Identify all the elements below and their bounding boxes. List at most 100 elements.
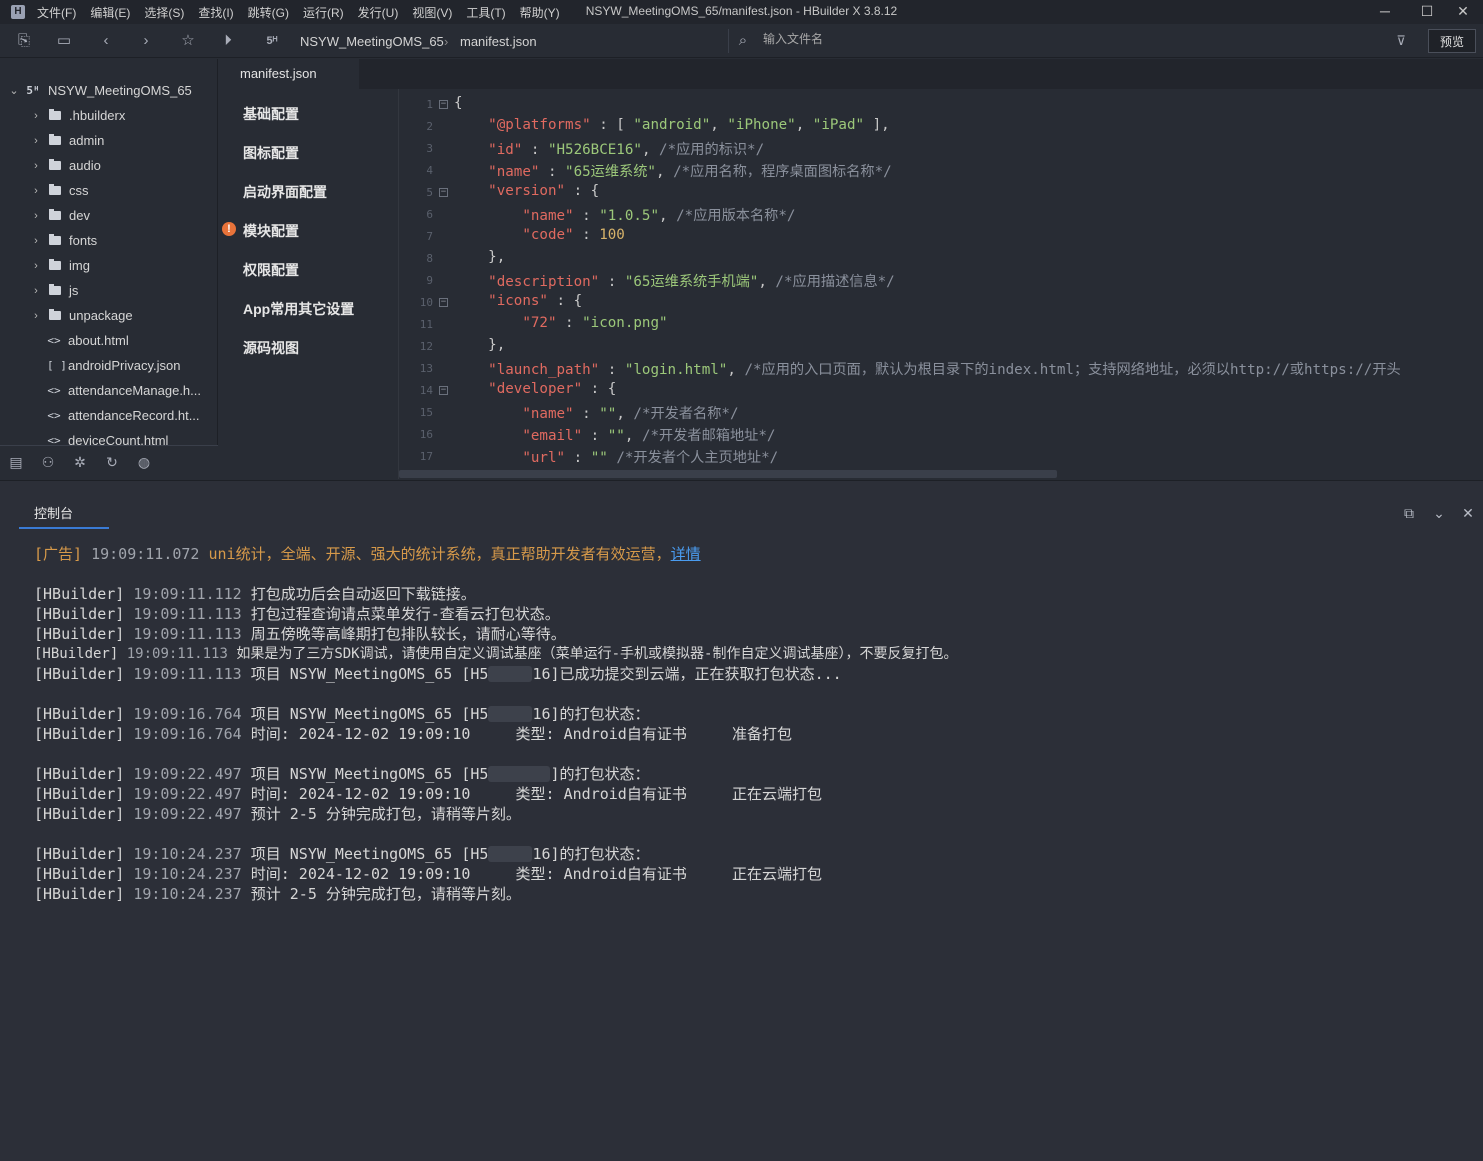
code-line-16: "email" : "", /*开发者邮箱地址*/	[522, 428, 776, 444]
breadcrumb-file[interactable]: manifest.json	[460, 34, 537, 49]
ad-details-link[interactable]: 详情	[671, 545, 701, 563]
tree-item-label: admin	[69, 133, 105, 148]
tree-item-label: css	[69, 183, 89, 198]
nav-module-config[interactable]: 模块配置	[243, 221, 299, 241]
nav-app-other-settings[interactable]: App常用其它设置	[243, 299, 354, 319]
fold-toggle-icon[interactable]: −	[439, 298, 448, 307]
nav-icon-config[interactable]: 图标配置	[243, 143, 299, 163]
favorite-star-icon[interactable]: ☆	[178, 31, 198, 51]
menu-tools[interactable]: 工具(T)	[466, 4, 505, 21]
line-number: 15	[419, 406, 433, 419]
close-console-icon[interactable]: ✕	[1458, 503, 1478, 523]
nav-basic-config[interactable]: 基础配置	[243, 104, 299, 124]
json-file-icon: [ ]	[47, 359, 67, 372]
code-line-17: "url" : "" /*开发者个人主页地址*/	[522, 450, 779, 466]
line-number: 11	[419, 318, 433, 331]
code-line-8: },	[488, 249, 506, 265]
chevron-down-icon: ⌄	[9, 85, 19, 97]
tree-item-unpackage[interactable]: › unpackage	[0, 303, 217, 328]
file-search-input[interactable]	[763, 32, 1363, 46]
chevron-right-icon: ›	[34, 134, 38, 147]
tree-item-label: fonts	[69, 233, 98, 248]
code-line-14: "developer" : {	[488, 381, 617, 397]
tree-item-css[interactable]: › css	[0, 178, 217, 203]
code-line-4: "name" : "65运维系统", /*应用名称，程序桌面图标名称*/	[488, 164, 892, 180]
preview-button[interactable]: 预览	[1428, 29, 1476, 53]
html-file-icon: <>	[47, 384, 61, 397]
line-number: 12	[419, 340, 433, 353]
open-external-icon[interactable]: ⧉	[1399, 503, 1419, 523]
code-line-5: "version" : {	[488, 183, 600, 199]
save-icon[interactable]: ▭	[54, 31, 74, 51]
tab-manifest-json[interactable]: manifest.json	[219, 59, 359, 89]
close-window-button[interactable]: ✕	[1443, 0, 1483, 24]
line-number: 1	[426, 98, 433, 111]
menu-publish[interactable]: 发行(U)	[358, 4, 399, 21]
filter-icon[interactable]: ⊽	[1391, 31, 1411, 51]
code-editor[interactable]: 1 2 3 4 5 6 7 8 9 10 11 12 13 14 15 16 1…	[398, 89, 1483, 479]
fold-toggle-icon[interactable]: −	[439, 100, 448, 109]
folder-icon	[49, 134, 61, 145]
tree-item-fonts[interactable]: › fonts	[0, 228, 217, 253]
tree-item-js[interactable]: › js	[0, 278, 217, 303]
menu-file[interactable]: 文件(F)	[37, 4, 76, 21]
breadcrumb-separator-icon: ›	[444, 34, 449, 49]
horizontal-scrollbar[interactable]	[399, 470, 1057, 478]
tree-item-attendancemanage[interactable]: <> attendanceManage.h...	[0, 378, 217, 403]
line-number: 16	[419, 428, 433, 441]
fold-toggle-icon[interactable]: −	[439, 386, 448, 395]
tree-item-dev[interactable]: › dev	[0, 203, 217, 228]
menu-select[interactable]: 选择(S)	[144, 4, 184, 21]
folder-icon	[49, 159, 61, 170]
log-line: [HBuilder] 19:09:11.112 打包成功后会自动返回下载链接。	[34, 585, 476, 603]
hbuilder-logo-icon: H	[11, 5, 25, 19]
cloud-icon[interactable]: ◍	[134, 452, 154, 472]
tree-item-img[interactable]: › img	[0, 253, 217, 278]
tree-item-hbuilderx[interactable]: › .hbuilderx	[0, 103, 217, 128]
chevron-down-icon[interactable]: ⌄	[1429, 503, 1449, 523]
menu-goto[interactable]: 跳转(G)	[248, 4, 289, 21]
breadcrumb-project[interactable]: NSYW_MeetingOMS_65	[300, 34, 444, 49]
new-file-icon[interactable]: ⎘	[14, 31, 34, 51]
nav-permission-config[interactable]: 权限配置	[243, 260, 299, 280]
line-number: 13	[419, 362, 433, 375]
project-manager-icon[interactable]: ▤	[6, 452, 26, 472]
debug-icon[interactable]: ✲	[70, 452, 90, 472]
tree-item-androidprivacy-json[interactable]: [ ] androidPrivacy.json	[0, 353, 217, 378]
forward-icon[interactable]: ›	[136, 31, 156, 51]
tab-console[interactable]: 控制台	[19, 503, 109, 529]
log-line: [HBuilder] 19:10:24.237 时间: 2024-12-02 1…	[34, 865, 822, 883]
menu-edit[interactable]: 编辑(E)	[90, 4, 130, 21]
plugin-icon[interactable]: ⚇	[38, 452, 58, 472]
tree-item-attendancerecord[interactable]: <> attendanceRecord.ht...	[0, 403, 217, 428]
menu-find[interactable]: 查找(I)	[198, 4, 233, 21]
tree-item-admin[interactable]: › admin	[0, 128, 217, 153]
menu-help[interactable]: 帮助(Y)	[520, 4, 560, 21]
source-control-icon[interactable]: ↻	[102, 452, 122, 472]
nav-splash-config[interactable]: 启动界面配置	[243, 182, 327, 202]
redacted-block	[488, 666, 533, 682]
minimize-button[interactable]: ─	[1365, 0, 1405, 24]
tree-item-label: attendanceManage.h...	[68, 383, 201, 398]
maximize-button[interactable]: ☐	[1407, 0, 1447, 24]
tree-project-root[interactable]: ⌄ 5ᴴ NSYW_MeetingOMS_65	[0, 78, 217, 103]
line-number: 5	[426, 186, 433, 199]
menu-run[interactable]: 运行(R)	[303, 4, 344, 21]
run-icon[interactable]: ⏵	[218, 31, 238, 51]
chevron-right-icon: ›	[34, 109, 38, 122]
tree-item-audio[interactable]: › audio	[0, 153, 217, 178]
tree-item-label: about.html	[68, 333, 129, 348]
nav-source-view[interactable]: 源码视图	[243, 338, 299, 358]
back-icon[interactable]: ‹	[96, 31, 116, 51]
editor-tab-strip: manifest.json	[219, 59, 1483, 89]
log-line: [HBuilder] 19:09:22.497 时间: 2024-12-02 1…	[34, 785, 822, 803]
chevron-right-icon: ›	[34, 259, 38, 272]
file-search-icon: ⌕	[738, 32, 748, 49]
fold-toggle-icon[interactable]: −	[439, 188, 448, 197]
tree-item-label: audio	[69, 158, 101, 173]
tree-item-about-html[interactable]: <> about.html	[0, 328, 217, 353]
folder-icon	[49, 309, 61, 320]
menu-view[interactable]: 视图(V)	[412, 4, 452, 21]
line-number: 4	[426, 164, 433, 177]
tree-project-label: NSYW_MeetingOMS_65	[48, 83, 192, 98]
